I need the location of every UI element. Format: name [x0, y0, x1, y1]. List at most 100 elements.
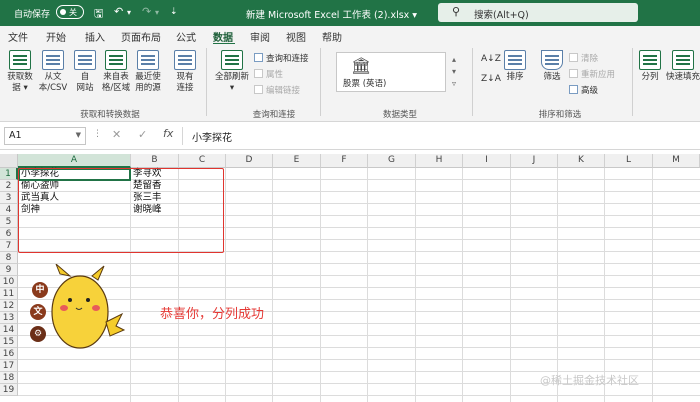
insert-function-button[interactable]: fx: [163, 127, 173, 140]
text-to-columns-button[interactable]: 分列: [636, 50, 664, 83]
tab-view[interactable]: 视图: [286, 29, 306, 44]
row-header-14[interactable]: 14: [0, 324, 18, 336]
tab-formulas[interactable]: 公式: [176, 29, 196, 44]
from-text-label-2: 本/CSV: [38, 83, 68, 93]
more-options-icon[interactable]: ⋮: [93, 129, 102, 139]
spreadsheet-grid[interactable]: A B C D E F G H I J K L M 1 2 3 4 5 6 7 …: [0, 150, 700, 402]
sort-ascending-icon[interactable]: A↓Z: [481, 54, 501, 64]
from-text-label-1: 从文: [44, 72, 62, 82]
row-header-5[interactable]: 5: [0, 216, 18, 228]
filter-button[interactable]: 筛选: [538, 50, 566, 83]
clear-filter-button[interactable]: 清除: [569, 52, 598, 64]
row-header-15[interactable]: 15: [0, 336, 18, 348]
get-data-button[interactable]: 获取数 据 ▾: [4, 50, 36, 94]
tab-file[interactable]: 文件: [8, 29, 28, 44]
row-header-4[interactable]: 4: [0, 204, 18, 216]
row-header-18[interactable]: 18: [0, 372, 18, 384]
formula-input[interactable]: 小李探花: [192, 129, 232, 144]
row-header-2[interactable]: 2: [0, 180, 18, 192]
pikachu-icon: [51, 264, 126, 349]
sort-button[interactable]: 排序: [502, 50, 528, 83]
from-web-button[interactable]: 自 网站: [72, 50, 98, 94]
existing-connections-button[interactable]: 现有 连接: [170, 50, 200, 94]
column-header-c[interactable]: C: [179, 154, 226, 168]
tab-help[interactable]: 帮助: [322, 29, 342, 44]
cancel-icon[interactable]: ✕: [112, 128, 121, 141]
refresh-icon: [221, 50, 243, 70]
autosave-toggle[interactable]: 关: [56, 5, 84, 19]
stocks-data-type-button[interactable]: 🏛 股票 (英语): [336, 52, 446, 92]
row-header-3[interactable]: 3: [0, 192, 18, 204]
redo-icon[interactable]: ↷: [142, 5, 151, 18]
split-label: 分列: [641, 72, 659, 82]
row-header-7[interactable]: 7: [0, 240, 18, 252]
column-header-d[interactable]: D: [226, 154, 273, 168]
from-table-range-button[interactable]: 来自表 格/区域: [100, 50, 132, 94]
data-type-gallery-scroll[interactable]: ▴ ▾ ▿: [452, 54, 456, 90]
group-label-data-types: 数据类型: [382, 110, 417, 120]
chevron-down-icon[interactable]: ▼: [76, 131, 81, 139]
column-header-f[interactable]: F: [321, 154, 368, 168]
edit-links-icon: [254, 85, 263, 94]
window-title[interactable]: 新建 Microsoft Excel 工作表 (2).xlsx ▾: [246, 7, 417, 21]
flash-fill-icon: [672, 50, 694, 70]
row-header-8[interactable]: 8: [0, 252, 18, 264]
undo-dropdown-icon[interactable]: ▾: [127, 8, 131, 17]
properties-button[interactable]: 属性: [254, 68, 283, 80]
tab-review[interactable]: 审阅: [250, 29, 270, 44]
column-header-k[interactable]: K: [558, 154, 605, 168]
recent-sources-label-1: 最近使: [135, 72, 161, 82]
column-header-i[interactable]: I: [463, 154, 511, 168]
row-header-16[interactable]: 16: [0, 348, 18, 360]
enter-icon[interactable]: ✓: [138, 128, 147, 141]
advanced-filter-button[interactable]: 高级: [569, 84, 598, 96]
sort-descending-icon[interactable]: Z↓A: [481, 74, 501, 84]
row-header-1[interactable]: 1: [0, 168, 18, 180]
sort-label: 排序: [506, 72, 524, 82]
row-header-10[interactable]: 10: [0, 276, 18, 288]
row-header-12[interactable]: 12: [0, 300, 18, 312]
from-web-label-1: 自: [80, 72, 90, 82]
row-header-17[interactable]: 17: [0, 360, 18, 372]
select-all-button[interactable]: [0, 154, 18, 168]
row-header-13[interactable]: 13: [0, 312, 18, 324]
save-icon[interactable]: 🖫: [94, 5, 103, 24]
redo-dropdown-icon[interactable]: ▾: [155, 8, 159, 17]
column-header-g[interactable]: G: [368, 154, 416, 168]
search-placeholder: 搜索(Alt+Q): [474, 10, 529, 21]
column-header-a[interactable]: A: [18, 154, 131, 168]
row-header-9[interactable]: 9: [0, 264, 18, 276]
row-header-19[interactable]: 19: [0, 384, 18, 396]
flash-fill-button[interactable]: 快速填充: [666, 50, 700, 83]
success-message: 恭喜你，分列成功: [160, 307, 265, 322]
queries-connections-button[interactable]: 查询和连接: [254, 52, 309, 64]
row-header-11[interactable]: 11: [0, 288, 18, 300]
tab-home[interactable]: 开始: [46, 29, 66, 44]
column-header-b[interactable]: B: [131, 154, 179, 168]
autosave-label: 自动保存: [14, 10, 51, 20]
column-header-h[interactable]: H: [416, 154, 463, 168]
row-header-6[interactable]: 6: [0, 228, 18, 240]
recent-sources-button[interactable]: 最近使 用的源: [132, 50, 164, 94]
refresh-all-button[interactable]: 全部刷新 ▾: [212, 50, 252, 94]
customize-toolbar-icon[interactable]: ⇣: [170, 7, 178, 17]
search-box[interactable]: ⚲ 搜索(Alt+Q): [438, 3, 638, 22]
ribbon-separator: [472, 48, 473, 116]
tab-insert[interactable]: 插入: [85, 29, 105, 44]
edit-links-button[interactable]: 编辑链接: [254, 84, 300, 96]
undo-icon[interactable]: ↶: [114, 5, 123, 18]
column-header-l[interactable]: L: [605, 154, 653, 168]
column-header-m[interactable]: M: [653, 154, 700, 168]
column-header-e[interactable]: E: [273, 154, 321, 168]
reapply-button[interactable]: 重新应用: [569, 68, 615, 80]
get-data-label-1: 获取数: [7, 72, 33, 82]
name-box[interactable]: A1 ▼: [4, 127, 86, 145]
filter-funnel-icon: [541, 50, 563, 70]
column-header-j[interactable]: J: [511, 154, 558, 168]
reapply-icon: [569, 69, 578, 78]
from-text-csv-button[interactable]: 从文 本/CSV: [36, 50, 70, 94]
queries-connections-label: 查询和连接: [266, 54, 309, 64]
tab-data[interactable]: 数据: [213, 29, 233, 44]
filter-label: 筛选: [543, 72, 561, 82]
tab-page-layout[interactable]: 页面布局: [121, 29, 161, 44]
